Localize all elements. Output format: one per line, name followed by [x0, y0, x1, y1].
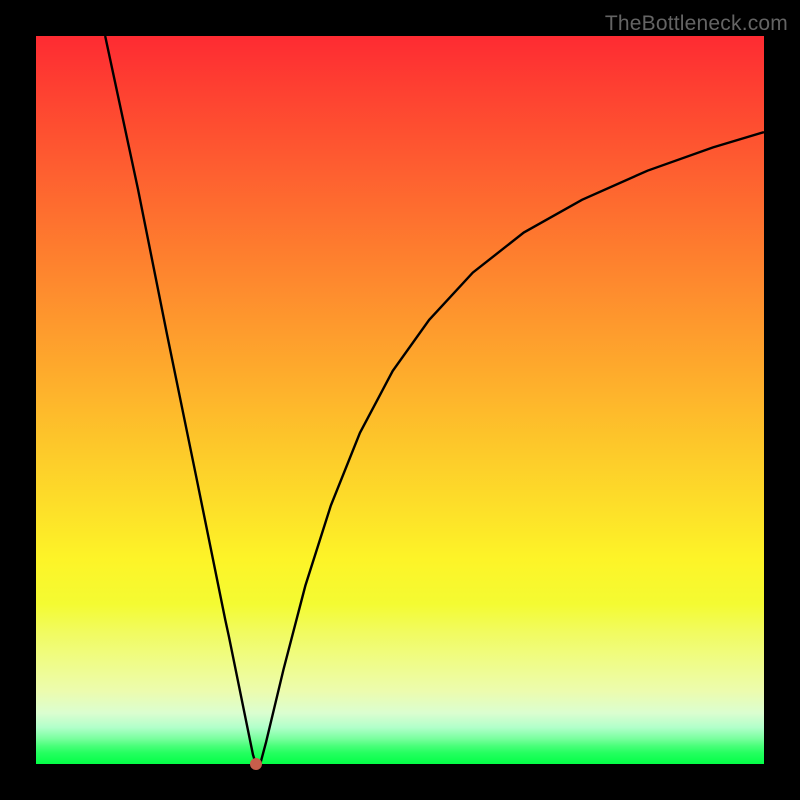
bottleneck-curve-path [105, 36, 764, 764]
curve-svg [36, 36, 764, 764]
optimum-marker [250, 758, 262, 770]
plot-area [36, 36, 764, 764]
watermark-text: TheBottleneck.com [605, 12, 788, 36]
bottleneck-chart: TheBottleneck.com [0, 0, 800, 800]
